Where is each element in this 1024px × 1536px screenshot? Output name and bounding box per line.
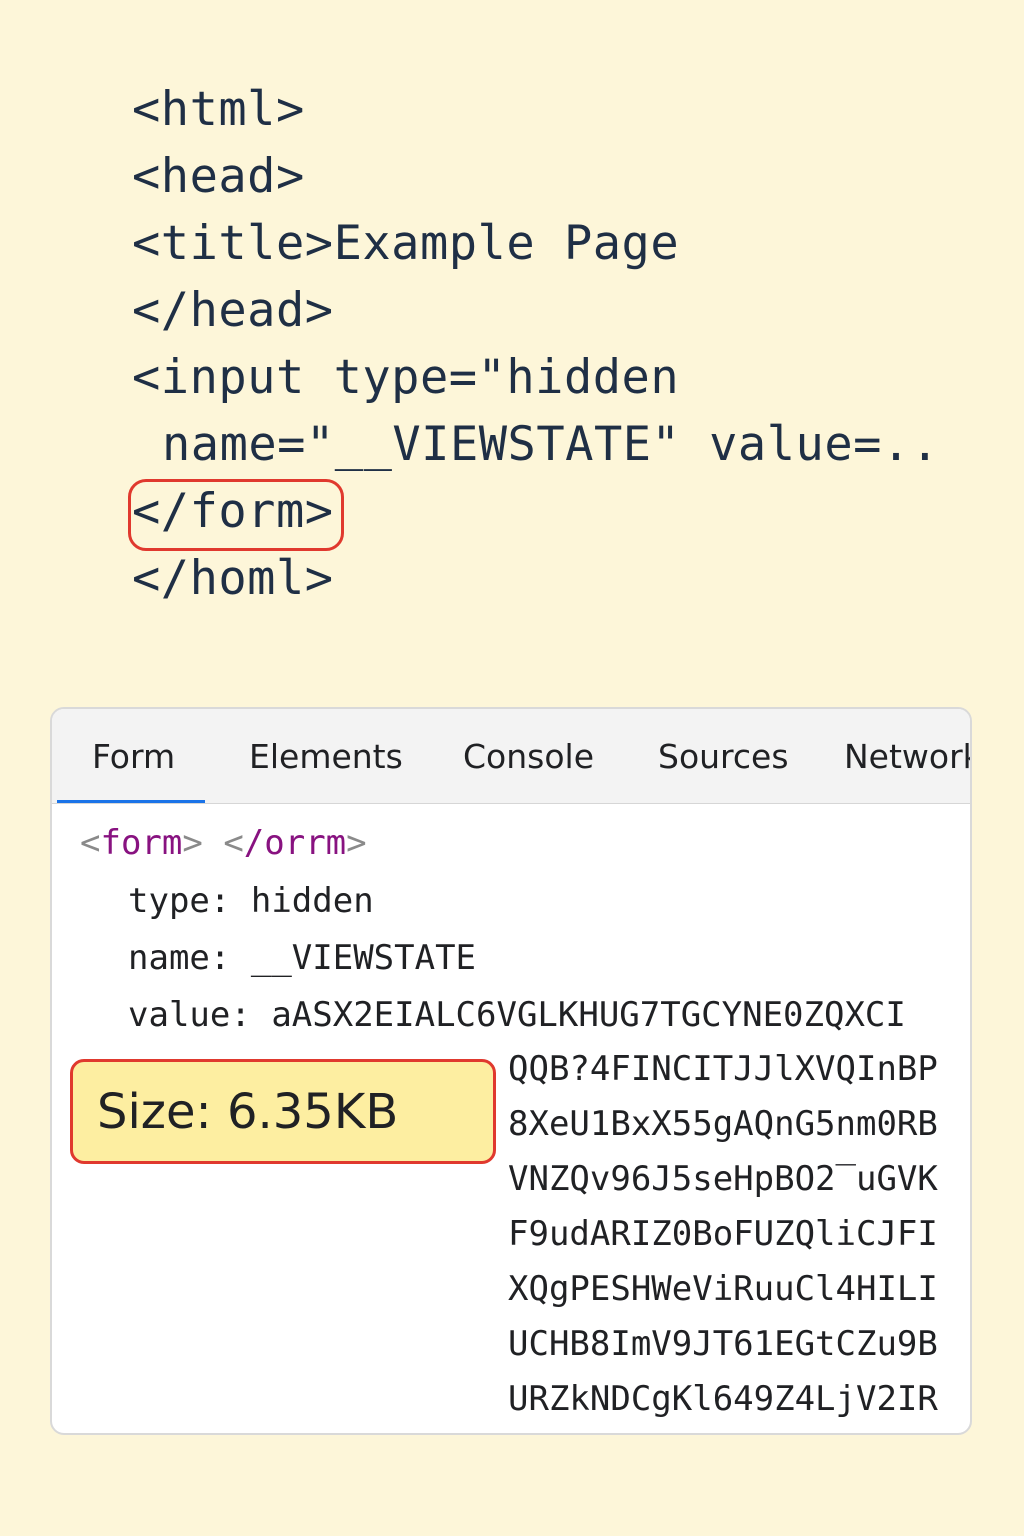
property-key-name: name: (128, 938, 231, 978)
code-line-head-close: </head> (132, 283, 334, 338)
element-header[interactable]: <form> </orrm> (80, 818, 367, 868)
close-tag-bracket-right: > (346, 823, 367, 863)
form-close-highlight (128, 479, 344, 551)
property-value-value: aASX2EIALC6VGLKHUG7TGCYNE0ZQXCI (271, 995, 906, 1035)
devtools-tab-bar: Form Elements Console Sources Network (52, 709, 970, 804)
value-continuation-line: QQB?4FINCITJJlXVQInBP (508, 1049, 938, 1089)
value-continuation-line: VNZQv96J5seHpBO2‾uGVK (508, 1159, 938, 1199)
open-tag-bracket-right: > < (182, 823, 244, 863)
open-tag-bracket-left: < (80, 823, 101, 863)
tab-sources[interactable]: Sources (658, 709, 789, 803)
code-line-head-open: <head> (132, 149, 305, 204)
open-tag-name: form (100, 823, 183, 863)
code-line-input: <input type="hidden (132, 350, 680, 405)
tab-console[interactable]: Console (463, 709, 594, 803)
value-continuation-line: F9udARIZ0BoFUZQliCJFI (508, 1214, 938, 1254)
code-line-html-close: </homl> (132, 551, 334, 606)
property-value-type: hidden (250, 881, 374, 921)
tab-elements[interactable]: Elements (249, 709, 403, 803)
property-name: name: __VIEWSTATE (128, 933, 476, 983)
value-continuation-line: XQgPESHWeViRuuСl4HILI (508, 1269, 938, 1309)
property-key-type: type: (128, 881, 231, 921)
code-line-input-attrs: name="__VIEWSTATE" value=.. (162, 417, 940, 472)
property-value-name: __VIEWSTATE (250, 938, 477, 978)
code-line-title: <title>Example Page (132, 216, 680, 271)
property-value: value: aASX2EIALC6VGLKHUG7TGCYNE0ZQXCI (128, 990, 906, 1040)
property-type: type: hidden (128, 876, 374, 926)
value-continuation-line: 8XeU1BxX55gAQnG5nm0RB (508, 1104, 938, 1144)
tab-network[interactable]: Network (844, 709, 970, 803)
value-continuation-line: URZkNDCgKl649Z4LjV2IR (508, 1379, 938, 1419)
size-badge: Size: 6.35KB (70, 1059, 496, 1164)
value-continuation-line: UCHB8ImV9JT61EGtCZu9B (508, 1324, 938, 1364)
close-tag-name: /orrm (243, 823, 347, 863)
code-line-html-open: <html> (132, 82, 305, 137)
property-key-value: value: (128, 995, 251, 1035)
tab-form[interactable]: Form (56, 709, 206, 803)
